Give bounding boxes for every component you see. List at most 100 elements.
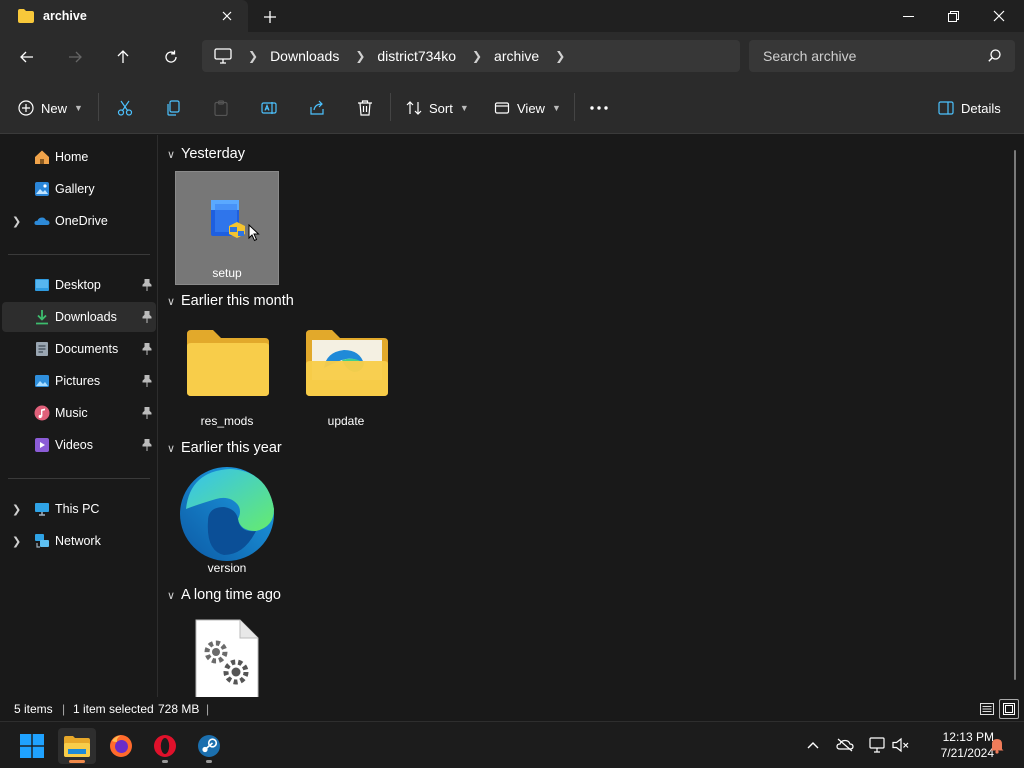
taskbar-file-explorer[interactable] bbox=[58, 728, 96, 764]
close-tab-button[interactable] bbox=[218, 7, 236, 25]
notifications-button[interactable] bbox=[986, 734, 1008, 756]
status-bar: 5 items | 1 item selected 728 MB | bbox=[0, 697, 1024, 721]
sidebar-item-desktop[interactable]: Desktop bbox=[2, 270, 156, 300]
sidebar-item-videos[interactable]: Videos bbox=[2, 430, 156, 460]
copy-button[interactable] bbox=[164, 94, 182, 122]
details-view-button[interactable] bbox=[977, 699, 997, 719]
chevron-down-icon[interactable]: ∨ bbox=[167, 589, 181, 602]
start-button[interactable] bbox=[13, 728, 51, 764]
system-clock[interactable]: 12:13 PM 7/21/2024 bbox=[918, 729, 994, 761]
chevron-down-icon: ▼ bbox=[551, 103, 561, 113]
vertical-scrollbar[interactable] bbox=[1014, 150, 1016, 680]
steam-icon bbox=[198, 735, 220, 757]
group-header-earlier-this-year[interactable]: ∨ Earlier this year bbox=[167, 438, 282, 458]
breadcrumb-archive[interactable]: archive bbox=[494, 48, 539, 64]
file-item-update[interactable]: update bbox=[294, 318, 398, 432]
chevron-right-icon[interactable]: ❯ bbox=[12, 503, 21, 516]
chevron-right-icon[interactable]: ❯ bbox=[12, 535, 21, 548]
new-button[interactable]: New ▼ bbox=[18, 94, 83, 122]
title-bar: archive bbox=[0, 0, 1024, 32]
sidebar-item-downloads[interactable]: Downloads bbox=[2, 302, 156, 332]
chevron-right-icon[interactable]: ❯ bbox=[248, 49, 258, 63]
file-item-config[interactable] bbox=[175, 612, 279, 697]
sidebar-item-gallery[interactable]: Gallery bbox=[2, 174, 156, 204]
pictures-icon bbox=[35, 375, 49, 387]
sidebar-item-this-pc[interactable]: ❯ This PC bbox=[2, 494, 156, 524]
sidebar-item-pictures[interactable]: Pictures bbox=[2, 366, 156, 396]
sidebar-item-onedrive[interactable]: ❯ OneDrive bbox=[2, 206, 156, 236]
share-button[interactable] bbox=[308, 94, 326, 122]
taskbar-firefox[interactable] bbox=[102, 728, 140, 764]
edge-folder-icon bbox=[306, 330, 388, 396]
volume-tray-button[interactable] bbox=[890, 734, 912, 756]
details-button[interactable]: Details bbox=[938, 94, 1001, 122]
file-item-res-mods[interactable]: res_mods bbox=[175, 318, 279, 432]
minimize-button[interactable] bbox=[885, 0, 931, 32]
more-options-button[interactable] bbox=[588, 94, 610, 122]
pin-icon[interactable] bbox=[142, 407, 152, 419]
clock-time: 12:13 PM bbox=[942, 730, 994, 744]
clock-date: 7/21/2024 bbox=[940, 746, 994, 760]
chevron-right-icon[interactable]: ❯ bbox=[472, 49, 482, 63]
chevron-down-icon[interactable]: ∨ bbox=[167, 295, 181, 308]
network-tray-button[interactable] bbox=[866, 734, 888, 756]
breadcrumb-district734ko[interactable]: district734ko bbox=[377, 48, 456, 64]
pin-icon[interactable] bbox=[142, 279, 152, 291]
bell-icon bbox=[990, 739, 1004, 754]
tab-title: archive bbox=[43, 9, 87, 23]
back-button[interactable] bbox=[14, 44, 40, 70]
pin-icon[interactable] bbox=[142, 375, 152, 387]
group-header-a-long-time-ago[interactable]: ∨ A long time ago bbox=[167, 585, 281, 605]
view-button[interactable]: View ▼ bbox=[494, 94, 561, 122]
file-item-version[interactable]: version bbox=[175, 465, 279, 579]
videos-icon bbox=[35, 438, 49, 452]
tab-archive[interactable]: archive bbox=[0, 0, 248, 32]
cut-button[interactable] bbox=[116, 94, 134, 122]
delete-button[interactable] bbox=[356, 94, 374, 122]
sidebar-item-home[interactable]: Home bbox=[2, 142, 156, 172]
new-tab-button[interactable] bbox=[260, 7, 280, 27]
group-header-earlier-this-month[interactable]: ∨ Earlier this month bbox=[167, 291, 294, 311]
file-item-setup[interactable]: setup bbox=[175, 171, 279, 285]
up-button[interactable] bbox=[110, 44, 136, 70]
chevron-right-icon[interactable]: ❯ bbox=[12, 215, 21, 228]
group-header-yesterday[interactable]: ∨ Yesterday bbox=[167, 144, 245, 164]
maximize-button[interactable] bbox=[930, 0, 976, 32]
address-bar[interactable]: ❯ Downloads ❯ district734ko ❯ archive ❯ bbox=[202, 40, 740, 72]
onedrive-tray-button[interactable] bbox=[834, 734, 856, 756]
copy-icon bbox=[167, 100, 180, 116]
close-icon bbox=[993, 10, 1005, 22]
forward-button[interactable] bbox=[62, 44, 88, 70]
search-box[interactable] bbox=[749, 40, 1015, 72]
sidebar-item-network[interactable]: ❯ Network bbox=[2, 526, 156, 556]
sidebar-item-music[interactable]: Music bbox=[2, 398, 156, 428]
monitor-icon bbox=[214, 48, 232, 64]
taskbar-opera[interactable] bbox=[146, 728, 184, 764]
pin-icon[interactable] bbox=[142, 439, 152, 451]
pin-icon[interactable] bbox=[142, 311, 152, 323]
home-icon bbox=[35, 150, 49, 164]
taskbar-steam[interactable] bbox=[190, 728, 228, 764]
rename-button[interactable] bbox=[260, 94, 278, 122]
large-icons-view-button[interactable] bbox=[999, 699, 1019, 719]
sidebar-item-documents[interactable]: Documents bbox=[2, 334, 156, 364]
more-icon bbox=[590, 106, 608, 110]
pin-icon[interactable] bbox=[142, 343, 152, 355]
chevron-right-icon[interactable]: ❯ bbox=[555, 49, 565, 63]
sort-button[interactable]: Sort ▼ bbox=[406, 94, 469, 122]
music-icon bbox=[34, 405, 50, 421]
refresh-button[interactable] bbox=[158, 44, 184, 70]
chevron-down-icon[interactable]: ∨ bbox=[167, 442, 181, 455]
show-hidden-icons-button[interactable] bbox=[802, 734, 824, 756]
tiles-view-icon bbox=[1003, 703, 1015, 715]
breadcrumb-downloads[interactable]: Downloads bbox=[270, 48, 339, 64]
chevron-down-icon[interactable]: ∨ bbox=[167, 148, 181, 161]
selection-size: 728 MB bbox=[158, 702, 200, 716]
close-window-button[interactable] bbox=[976, 0, 1022, 32]
taskbar: 12:13 PM 7/21/2024 bbox=[0, 721, 1024, 768]
chevron-right-icon[interactable]: ❯ bbox=[355, 49, 365, 63]
search-input[interactable] bbox=[763, 48, 983, 64]
paste-button[interactable] bbox=[212, 94, 230, 122]
this-pc-icon bbox=[35, 503, 49, 516]
divider bbox=[574, 93, 575, 121]
